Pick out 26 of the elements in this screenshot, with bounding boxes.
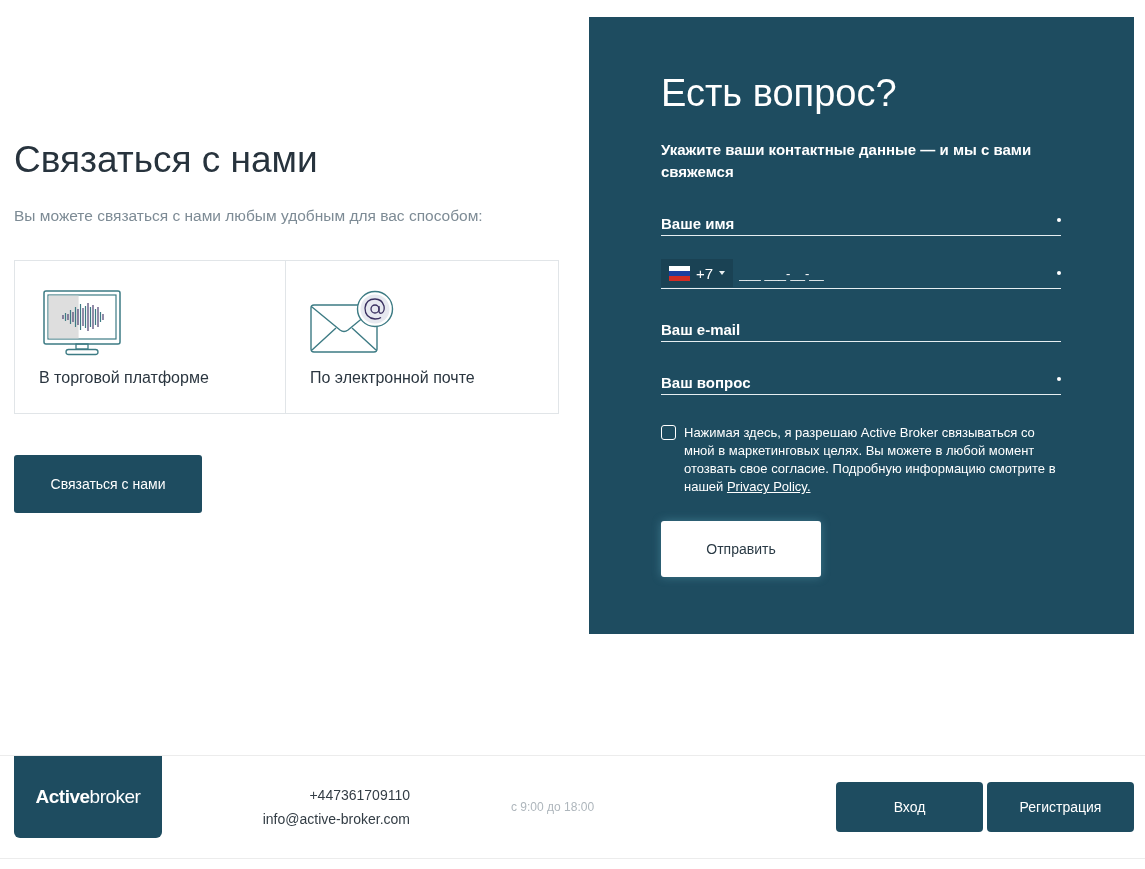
monitor-icon: [43, 290, 121, 356]
submit-button[interactable]: Отправить: [661, 521, 821, 577]
email-link[interactable]: info@active-broker.com: [262, 810, 410, 828]
input-field[interactable]: Ваш e-mail: [661, 311, 1061, 341]
phone-input[interactable]: ___ ___-__-__: [739, 258, 1049, 288]
method-label: В торговой платформе: [39, 368, 209, 388]
caret-icon: [719, 271, 726, 275]
working-hours: с 9:00 до 18:00: [511, 800, 595, 814]
method-label: По электронной почте: [310, 368, 475, 388]
envelope-icon: [310, 290, 394, 354]
form-subtitle: Укажите ваши контактные данные — и мы с вами свяжемся: [661, 140, 1033, 182]
consent-text: Нажимая здесь, я разрешаю Active Broker связываться со мной в маркетинговых целях. Вы можете в любой момент отозвать свое согласие. Подробную информацию смотрите в нашей Privacy Policy.: [684, 424, 1057, 496]
flag-icon: [669, 265, 690, 281]
consent-checkbox[interactable]: [661, 425, 676, 440]
signup-button[interactable]: Регистрация: [987, 782, 1134, 832]
intro-text: Вы можете связаться с нами любым удобным для вас способом:: [14, 206, 484, 226]
privacy-policy-link[interactable]: Privacy Policy.: [726, 479, 811, 494]
input-field[interactable]: Ваш вопрос: [661, 364, 1049, 394]
form-title: Есть вопрос?: [661, 71, 898, 116]
logo[interactable]: Activebroker: [14, 756, 162, 838]
page-title: Связаться с нами: [14, 138, 319, 182]
input-field[interactable]: Ваше имя: [661, 205, 1049, 235]
country-code-selector[interactable]: +7: [661, 259, 734, 287]
phone-link[interactable]: +447361709110: [309, 786, 410, 804]
login-button[interactable]: Вход: [836, 782, 983, 832]
contact-button[interactable]: Связаться с нами: [14, 455, 202, 513]
